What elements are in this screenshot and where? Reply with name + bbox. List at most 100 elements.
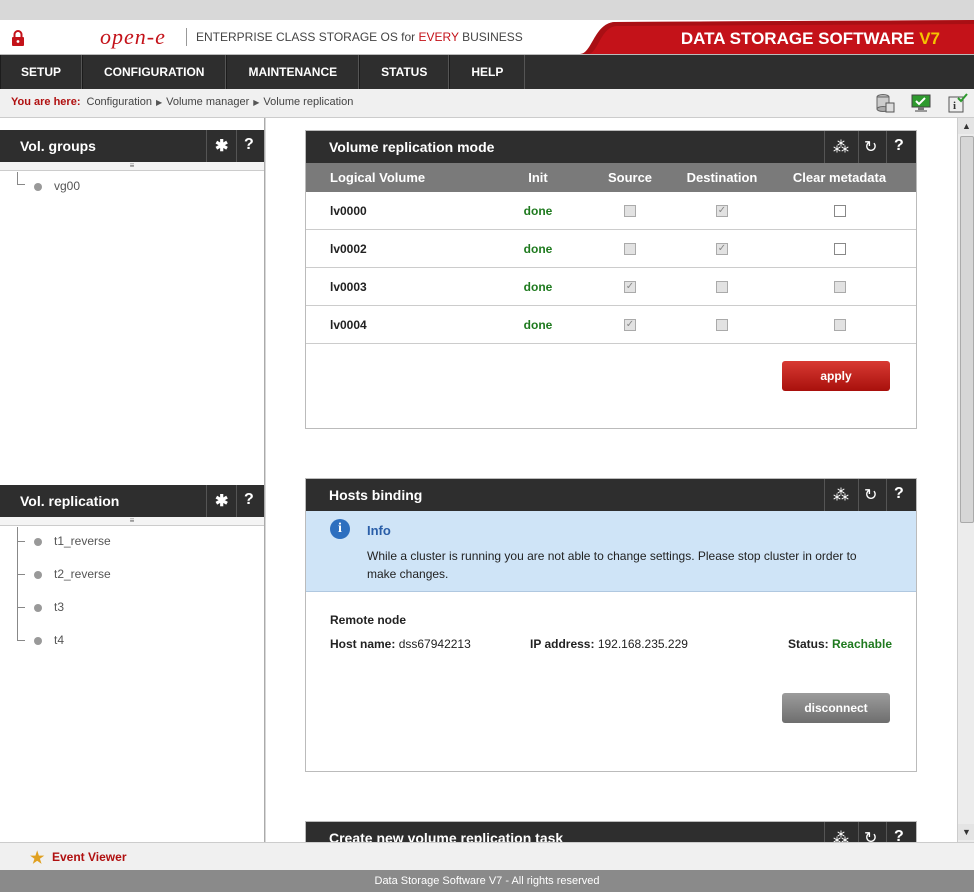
col-source: Source	[579, 163, 681, 192]
table-row: lv0002 done ✓	[306, 229, 916, 268]
destination-checkbox[interactable]	[716, 281, 728, 294]
help-icon[interactable]: ?	[894, 485, 904, 503]
destination-checkbox[interactable]	[716, 319, 728, 332]
destination-checkbox[interactable]: ✓	[716, 205, 728, 218]
spinner-icon[interactable]: ⁂	[833, 828, 849, 842]
scrollbar-thumb[interactable]	[960, 136, 974, 523]
tree-item-t3[interactable]: t3	[34, 600, 64, 614]
gear-icon[interactable]: ✱	[215, 491, 228, 511]
disconnect-button[interactable]: disconnect	[782, 693, 890, 723]
scroll-up-icon[interactable]: ▲	[958, 118, 974, 134]
window-top-strip	[0, 0, 974, 20]
clear-metadata-checkbox[interactable]	[833, 281, 846, 294]
tree-item-label: t4	[54, 633, 65, 647]
vol-replication-header: Vol. replication ✱ ?	[0, 485, 264, 517]
info-check-icon[interactable]: i	[946, 92, 968, 114]
refresh-icon[interactable]: ↻	[864, 485, 877, 505]
nav-setup[interactable]: SETUP	[0, 55, 83, 89]
breadcrumb-prefix: You are here:	[11, 96, 81, 108]
lock-icon[interactable]	[10, 29, 26, 47]
nav-configuration[interactable]: CONFIGURATION	[82, 55, 227, 89]
help-icon[interactable]: ?	[244, 136, 254, 154]
breadcrumb-volume-replication[interactable]: Volume replication	[263, 96, 353, 108]
node-dot-icon	[34, 636, 42, 645]
spinner-icon[interactable]: ⁂	[833, 485, 849, 505]
source-checkbox[interactable]	[624, 205, 636, 218]
footer: Data Storage Software V7 - All rights re…	[0, 870, 974, 892]
product-version: V7	[919, 29, 940, 48]
gear-icon[interactable]: ✱	[215, 136, 228, 156]
source-checkbox-cell: ✓	[579, 267, 681, 306]
info-icon: i	[330, 519, 350, 539]
clear-metadata-checkbox[interactable]	[833, 205, 846, 218]
node-dot-icon	[34, 570, 42, 579]
tagline: ENTERPRISE CLASS STORAGE OS for EVERY BU…	[196, 30, 523, 44]
nav-maintenance[interactable]: MAINTENANCE	[226, 55, 360, 89]
host-name-row: Host name: dss67942213	[330, 637, 471, 651]
nav-help[interactable]: HELP	[449, 55, 526, 89]
host-name-label: Host name	[330, 637, 392, 651]
hosts-binding-panel: Hosts binding ⁂ ↻ ? i Info While a clust…	[305, 478, 917, 772]
node-dot-icon	[34, 603, 42, 612]
tree-item-t1-reverse[interactable]: t1_reverse	[34, 534, 111, 548]
status-badge: Reachable	[831, 637, 892, 651]
help-icon[interactable]: ?	[894, 137, 904, 155]
svg-text:i: i	[953, 100, 956, 112]
tree-item-vg00[interactable]: vg00	[34, 179, 80, 193]
info-title: Info	[367, 523, 391, 538]
table-row: lv0003 done ✓	[306, 267, 916, 306]
app-header: open-e ENTERPRISE CLASS STORAGE OS for E…	[0, 20, 974, 55]
panel-resize-grip[interactable]: ≡	[0, 517, 264, 526]
new-task-title: Create new volume replication task	[329, 830, 564, 842]
breadcrumb-configuration[interactable]: Configuration	[87, 96, 152, 108]
source-checkbox[interactable]: ✓	[624, 319, 636, 332]
source-checkbox[interactable]	[624, 243, 636, 256]
tagline-pre: ENTERPRISE CLASS STORAGE OS for	[196, 30, 419, 44]
source-checkbox[interactable]: ✓	[624, 281, 636, 294]
col-clear-metadata: Clear metadata	[763, 163, 916, 192]
init-status-cell: done	[497, 267, 579, 306]
monitor-check-icon[interactable]	[910, 92, 932, 114]
replication-mode-panel: Volume replication mode ⁂ ↻ ? Logical Vo…	[305, 130, 917, 429]
logical-volume-cell: lv0004	[306, 305, 497, 344]
tree-item-t4[interactable]: t4	[34, 633, 64, 647]
breadcrumb-arrow-icon: ▶	[253, 98, 260, 107]
refresh-icon[interactable]: ↻	[864, 137, 877, 157]
vol-groups-panel: Vol. groups ✱ ? ≡ vg00	[0, 118, 265, 485]
nav-status[interactable]: STATUS	[359, 55, 450, 89]
hosts-binding-header: Hosts binding ⁂ ↻ ?	[306, 479, 916, 511]
logical-volume-cell: lv0003	[306, 267, 497, 306]
clear-metadata-checkbox-cell	[763, 267, 916, 306]
breadcrumb-volume-manager[interactable]: Volume manager	[166, 96, 249, 108]
help-icon[interactable]: ?	[244, 491, 254, 509]
panel-resize-grip[interactable]: ≡	[0, 162, 264, 171]
event-viewer-bar: ★ Event Viewer	[0, 842, 974, 871]
tree-item-t2-reverse[interactable]: t2_reverse	[34, 567, 111, 581]
tree-item-label: t2_reverse	[54, 567, 111, 581]
replication-mode-header: Volume replication mode ⁂ ↻ ?	[306, 131, 916, 163]
database-icon[interactable]	[874, 92, 896, 114]
clear-metadata-checkbox[interactable]	[833, 319, 846, 332]
star-icon: ★	[30, 850, 45, 867]
event-viewer-label: Event Viewer	[52, 850, 127, 864]
help-icon[interactable]: ?	[894, 828, 904, 842]
spinner-icon[interactable]: ⁂	[833, 137, 849, 157]
hosts-binding-title: Hosts binding	[329, 487, 423, 503]
vol-replication-panel: Vol. replication ✱ ? ≡ t1_reverse t2_rev…	[0, 485, 265, 842]
refresh-icon[interactable]: ↻	[864, 828, 877, 842]
info-box: i Info While a cluster is running you ar…	[306, 511, 916, 592]
destination-checkbox[interactable]: ✓	[716, 243, 728, 256]
scroll-down-icon[interactable]: ▼	[958, 824, 974, 840]
clear-metadata-checkbox[interactable]	[833, 243, 846, 256]
init-status-cell: done	[497, 305, 579, 344]
apply-button[interactable]: apply	[782, 361, 890, 391]
remote-node-label: Remote node	[330, 613, 407, 627]
main-nav: SETUP CONFIGURATION MAINTENANCE STATUS H…	[0, 55, 974, 89]
event-viewer-link[interactable]: ★ Event Viewer	[30, 850, 127, 867]
breadcrumb: You are here: Configuration ▶ Volume manage…	[11, 96, 353, 108]
clear-metadata-checkbox-cell	[763, 229, 916, 268]
main-scrollbar[interactable]: ▲ ▼	[957, 118, 974, 842]
init-status-cell: done	[497, 229, 579, 268]
col-init: Init	[497, 163, 579, 192]
source-checkbox-cell: ✓	[579, 305, 681, 344]
